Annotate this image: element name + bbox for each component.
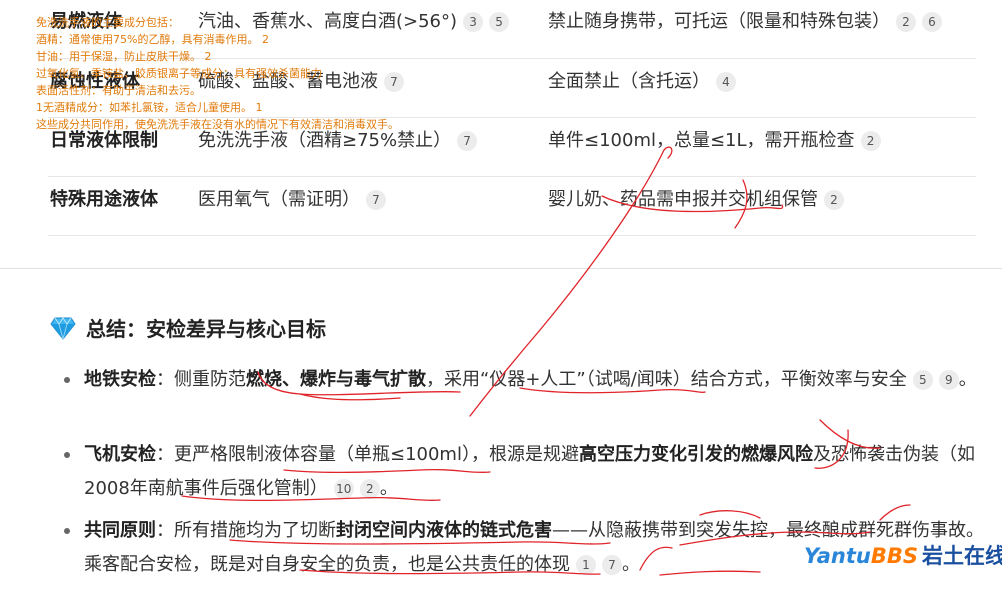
citation-badge[interactable]: 6 <box>922 12 942 32</box>
citation-badge[interactable]: 5 <box>912 370 933 390</box>
bullet-label: 飞机安检 <box>84 444 156 465</box>
table-row: 特殊用途液体 医用氧气（需证明） 7 婴儿奶、药品需申报并交机组保管 2 <box>48 177 976 236</box>
bullet-sep: ： <box>156 444 174 465</box>
rule-text: 全面禁止（含托运） <box>548 71 710 92</box>
rule-text: 单件≤100ml，总量≤1L，需开瓶检查 <box>548 130 855 151</box>
overlay-line: 酒精：通常使用75%的乙醇，具有消毒作用。 2 <box>36 33 269 46</box>
row-rule: 全面禁止（含托运） 4 <box>548 53 736 111</box>
overlay-annotation-text: 免洗洗手液的主要成分包括： 酒精：通常使用75%的乙醇，具有消毒作用。 2 甘油… <box>36 14 399 133</box>
bullet-end: 。 <box>958 369 977 390</box>
citation-badge[interactable]: 9 <box>938 370 959 390</box>
row-examples: 医用氧气（需证明） 7 <box>198 171 386 229</box>
logo-text: Yantu <box>804 544 871 568</box>
overlay-line: 甘油：用于保湿，防止皮肤干燥。 2 <box>36 50 212 63</box>
list-item: 地铁安检：侧重防范燃烧、爆炸与毒气扩散，采用“仪器+人工”（试喝/闻味）结合方式… <box>64 363 984 397</box>
list-item: 飞机安检：更严格限制液体容量（单瓶≤100ml），根源是规避高空压力变化引发的燃… <box>64 438 984 506</box>
citation-badge[interactable]: 7 <box>602 555 622 575</box>
bullet-sep: ： <box>156 520 174 541</box>
gem-icon <box>50 317 76 340</box>
citation-badge[interactable]: 2 <box>824 190 844 210</box>
bullet-text: 侧重防范 <box>174 369 246 390</box>
row-category: 特殊用途液体 <box>50 189 158 210</box>
rule-text: 婴儿奶、药品需申报并交机组保管 <box>548 189 818 210</box>
examples-text: 免洗洗手液（酒精≥75%禁止） <box>198 130 452 151</box>
bullet-end: 。 <box>379 478 398 499</box>
logo-text: BBS <box>870 544 918 568</box>
overlay-line: 过氧化氢、季铵盐、胶质银离子等成分：具有强效杀菌能力 <box>36 67 322 80</box>
bullet-text: 更严格限制液体容量（单瓶≤100ml），根源是规避 <box>174 444 579 465</box>
row-rule: 禁止随身携带，可托运（限量和特殊包装） 2 6 <box>548 0 942 51</box>
row-rule: 单件≤100ml，总量≤1L，需开瓶检查 2 <box>548 112 881 170</box>
citation-badge[interactable]: 1 <box>576 555 596 575</box>
citation-badge[interactable]: 7 <box>366 190 386 210</box>
summary-title: 总结：安检差异与核心目标 <box>86 317 326 341</box>
citation-badge[interactable]: 2 <box>860 131 881 151</box>
row-rule: 婴儿奶、药品需申报并交机组保管 2 <box>548 171 844 229</box>
citation-badge[interactable]: 2 <box>896 12 916 32</box>
citation-badge[interactable]: 7 <box>457 131 478 151</box>
citation-badge[interactable]: 4 <box>716 72 736 92</box>
watermark-logo: YantuBBS 岩土在线 <box>804 540 1002 570</box>
logo-text: 岩土在线 <box>921 544 1002 568</box>
rule-text: 禁止随身携带，可托运（限量和特殊包装） <box>548 11 890 32</box>
examples-text: 医用氧气（需证明） <box>198 189 360 210</box>
overlay-line: 免洗洗手液的主要成分包括： <box>36 16 179 29</box>
bullet-label: 共同原则 <box>84 520 156 541</box>
bullet-text: 所有措施均为了切断 <box>174 520 336 541</box>
citation-badge[interactable]: 3 <box>463 12 484 32</box>
bullet-end: 。 <box>622 554 640 575</box>
bullet-bold: 封闭空间内液体的链式危害 <box>336 520 552 541</box>
citation-badge[interactable]: 5 <box>489 12 510 32</box>
bullet-bold: 燃烧、爆炸与毒气扩散 <box>246 369 426 390</box>
overlay-line: 表面活性剂：有助于清洁和去污。 <box>36 84 201 97</box>
bullet-sep: ： <box>156 369 174 390</box>
overlay-line: 1无酒精成分：如苯扎氯铵，适合儿童使用。 1 <box>36 101 263 114</box>
citation-badge[interactable]: 2 <box>359 479 380 499</box>
bullet-label: 地铁安检 <box>84 369 156 390</box>
bullet-text: ，采用“仪器+人工”（试喝/闻味）结合方式，平衡效率与安全 <box>426 369 907 390</box>
citation-badge[interactable]: 10 <box>333 479 354 499</box>
section-divider <box>0 268 1002 269</box>
overlay-line: 这些成分共同作用，使免洗洗手液在没有水的情况下有效清洁和消毒双手。 <box>36 118 399 131</box>
summary-heading: 总结：安检差异与核心目标 <box>50 313 326 342</box>
bullet-bold: 高空压力变化引发的燃爆风险 <box>578 444 813 465</box>
